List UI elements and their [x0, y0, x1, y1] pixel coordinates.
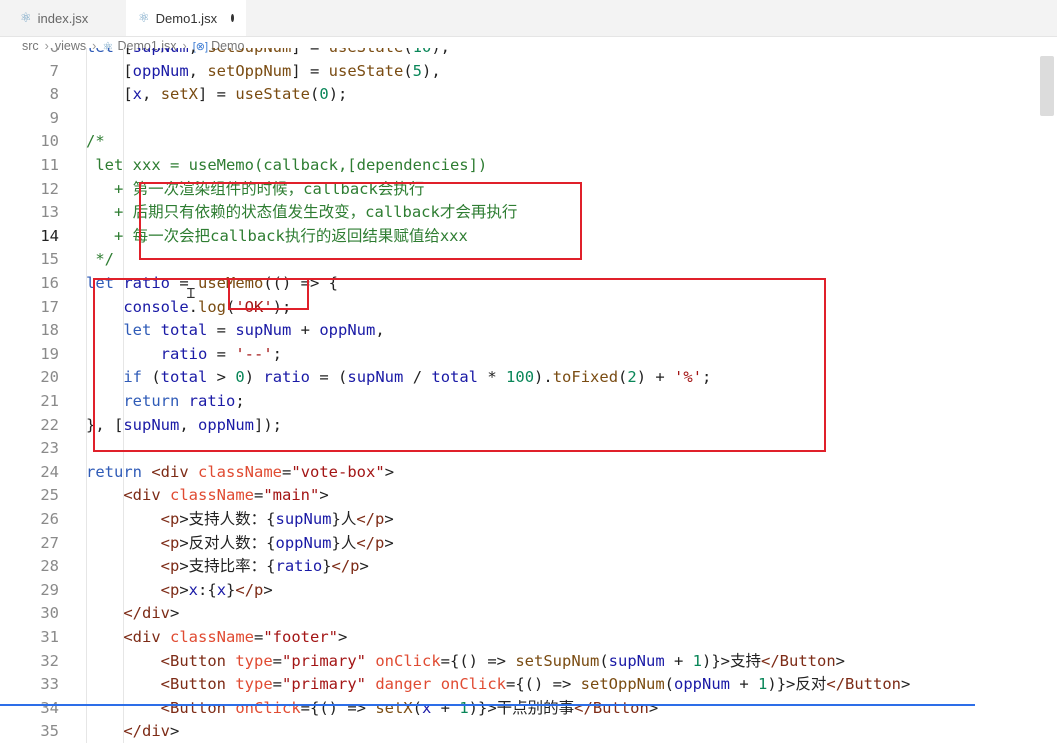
vertical-scrollbar[interactable]	[1040, 56, 1054, 116]
code-line[interactable]: 35 </div>	[0, 720, 1057, 743]
code-text: <Button type="primary" onClick={() => se…	[160, 651, 846, 670]
line-number: 24	[40, 462, 59, 481]
code-text: <p>x:{x}</p>	[160, 580, 273, 599]
code-line[interactable]: 7 [oppNum, setOppNum] = useState(5),	[0, 60, 1057, 84]
text-cursor-icon: Ɪ	[187, 286, 195, 302]
code-line[interactable]: 8 [x, setX] = useState(0);	[0, 83, 1057, 107]
code-text: <Button onClick={() => setX(x + 1)}>干点别的…	[160, 698, 659, 717]
line-number: 29	[40, 580, 59, 599]
code-text: return <div className="vote-box">	[86, 462, 395, 481]
line-number: 32	[40, 651, 59, 670]
line-number: 13	[40, 203, 59, 222]
tab-index-jsx[interactable]: ⚛ index.jsx	[8, 0, 126, 36]
line-number: 10	[40, 132, 59, 151]
line-number: 27	[40, 533, 59, 552]
tab-bar: ⚛ index.jsx ⚛ Demo1.jsx	[0, 0, 1057, 37]
code-line[interactable]: 31 <div className="footer">	[0, 626, 1057, 650]
line-number: 34	[40, 698, 59, 717]
code-text: <Button type="primary" danger onClick={(…	[160, 675, 911, 694]
line-number: 31	[40, 628, 59, 646]
code-line[interactable]: 10 /*	[0, 130, 1057, 154]
line-number: 26	[40, 510, 59, 528]
code-line[interactable]: 9	[0, 107, 1057, 131]
code-text: <p>支持比率：{ratio}</p>	[160, 557, 369, 576]
highlight-box-comment	[139, 182, 582, 260]
highlight-box-usememo-call	[228, 278, 309, 310]
line-number: 18	[40, 321, 59, 340]
line-number: 21	[40, 392, 59, 410]
code-line[interactable]: 6 let [supNum, setSupNum] = useState(10),	[0, 48, 1057, 60]
code-line[interactable]: 11 let xxx = useMemo(callback,[dependenc…	[0, 154, 1057, 178]
line-number: 11	[40, 156, 59, 174]
code-text: <p>支持人数：{supNum}人</p>	[160, 510, 394, 528]
code-line[interactable]: 25 <div className="main">	[0, 484, 1057, 508]
highlight-box-usememo-block	[93, 278, 826, 452]
line-number: 23	[40, 439, 59, 458]
line-number: 22	[40, 415, 59, 434]
line-number: 25	[40, 486, 59, 505]
code-line[interactable]: 30 </div>	[0, 602, 1057, 626]
drawn-underline	[0, 704, 975, 706]
line-number: 7	[49, 61, 59, 80]
tab-label: index.jsx	[37, 10, 89, 26]
code-text: <div className="footer">	[123, 628, 348, 646]
line-number: 14	[40, 226, 59, 245]
code-text: */	[86, 250, 114, 269]
code-text: <p>反对人数：{oppNum}人</p>	[160, 533, 394, 552]
line-number: 28	[40, 557, 59, 576]
line-number: 20	[40, 368, 59, 387]
code-line[interactable]: 28 <p>支持比率：{ratio}</p>	[0, 555, 1057, 579]
unsaved-dot-icon[interactable]	[231, 14, 234, 22]
code-line[interactable]: 24 return <div className="vote-box">	[0, 461, 1057, 485]
line-number: 15	[40, 250, 59, 269]
tab-demo1-jsx[interactable]: ⚛ Demo1.jsx	[126, 0, 246, 36]
code-text: /*	[86, 132, 105, 151]
line-number: 33	[40, 675, 59, 694]
react-file-icon: ⚛	[20, 10, 32, 25]
line-number: 12	[40, 179, 59, 198]
code-text: let [supNum, setSupNum] = useState(10),	[86, 48, 450, 60]
code-text: [oppNum, setOppNum] = useState(5),	[86, 61, 441, 80]
react-file-icon: ⚛	[138, 10, 150, 25]
code-line[interactable]: 27 <p>反对人数：{oppNum}人</p>	[0, 532, 1057, 556]
code-line[interactable]: 29 <p>x:{x}</p>	[0, 579, 1057, 603]
line-number: 16	[40, 274, 59, 292]
line-number: 19	[40, 344, 59, 363]
line-number: 6	[0, 48, 59, 60]
tab-label: Demo1.jsx	[155, 10, 218, 26]
code-text: </div>	[123, 722, 180, 741]
code-text: </div>	[123, 604, 180, 623]
code-line[interactable]: 32 <Button type="primary" onClick={() =>…	[0, 650, 1057, 674]
code-text: <div className="main">	[123, 486, 329, 505]
line-number: 35	[40, 722, 59, 741]
code-line[interactable]: 26 <p>支持人数：{supNum}人</p>	[0, 508, 1057, 532]
line-number: 30	[40, 604, 59, 623]
code-line[interactable]: 33 <Button type="primary" danger onClick…	[0, 673, 1057, 697]
code-text: [x, setX] = useState(0);	[86, 85, 348, 104]
code-line[interactable]: 34 <Button onClick={() => setX(x + 1)}>干…	[0, 697, 1057, 721]
line-number: 17	[40, 297, 59, 316]
line-number: 8	[49, 85, 59, 104]
line-number: 9	[49, 108, 59, 127]
code-text: let xxx = useMemo(callback,[dependencies…	[86, 156, 488, 174]
